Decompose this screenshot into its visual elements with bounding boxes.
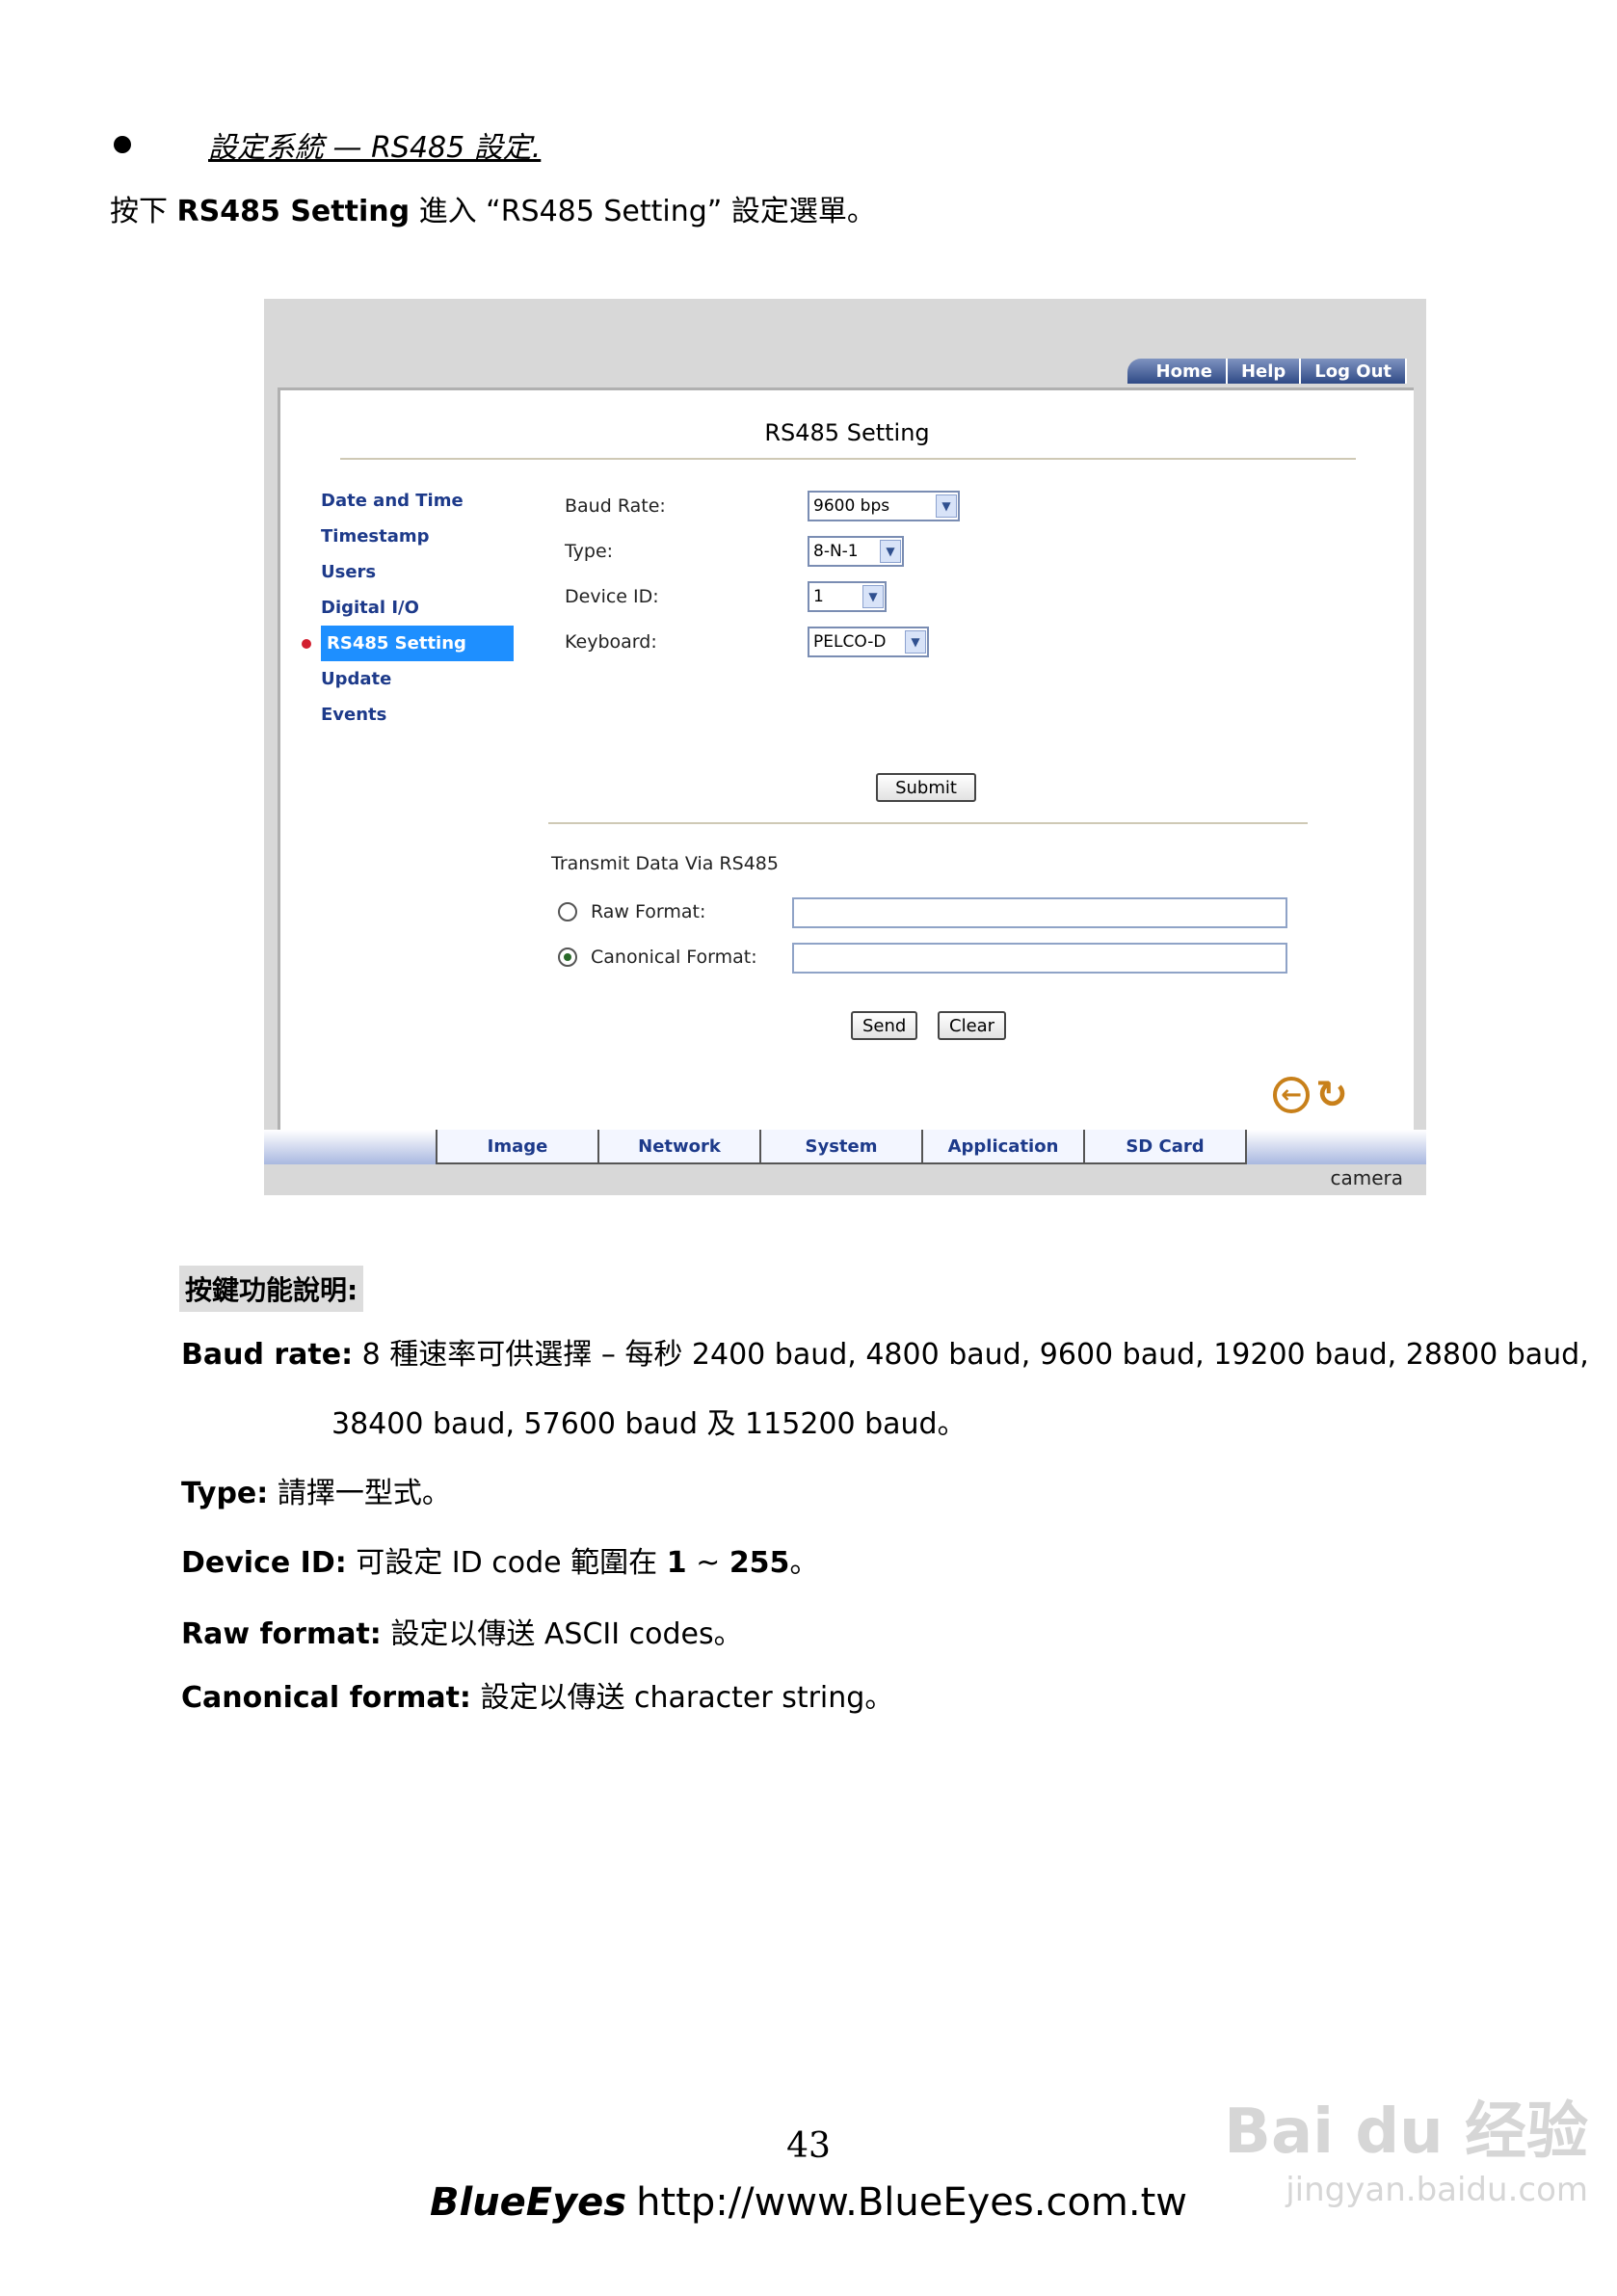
radio-checked-icon[interactable] [558, 948, 577, 967]
sidebar-item-update[interactable]: Update [321, 661, 514, 697]
sidebar-item-digital-io[interactable]: Digital I/O [321, 590, 514, 626]
desc-term: Canonical format: [181, 1681, 471, 1715]
desc-term: Device ID: [181, 1546, 347, 1580]
intro-prefix: 按下 [110, 195, 177, 228]
intro-paragraph: 按下 RS485 Setting 進入 “RS485 Setting” 設定選單… [110, 187, 876, 229]
intro-suffix: 進入 “RS485 Setting” 設定選單。 [410, 195, 876, 228]
help-button[interactable]: Help [1227, 359, 1302, 384]
canonical-format-label: Canonical Format: [591, 947, 757, 968]
type-value: 8-N-1 [813, 541, 859, 561]
keyboard-value: PELCO-D [813, 631, 887, 652]
desc-range-high: 255 [729, 1546, 790, 1580]
keyboard-select[interactable]: PELCO-D ▼ [808, 626, 929, 657]
section-title: 設定系統 — RS485 設定. [208, 131, 542, 165]
chevron-down-icon[interactable]: ▼ [862, 584, 884, 608]
refresh-icon[interactable]: ↻ [1313, 1073, 1350, 1117]
desc-term: Baud rate: [181, 1338, 354, 1372]
rs485-screenshot: Home Help Log Out RS485 Setting Date and… [264, 299, 1426, 1195]
desc-text: 8 種速率可供選擇 – 每秒 2400 baud, 4800 baud, 960… [353, 1338, 1589, 1372]
section-divider [548, 822, 1308, 824]
raw-format-input[interactable] [792, 897, 1287, 928]
active-indicator-icon [302, 638, 311, 649]
desc-baud-continued: 38400 baud, 57600 baud 及 115200 baud。 [331, 1407, 967, 1441]
watermark-sub: jingyan.baidu.com [1286, 2171, 1588, 2209]
raw-format-label: Raw Format: [591, 901, 706, 922]
bottom-tabs: Image Network System Application SD Card [436, 1130, 1247, 1164]
device-value: 1 [813, 586, 824, 606]
desc-term: Raw format: [181, 1617, 382, 1651]
raw-format-option[interactable]: Raw Format: [558, 894, 705, 929]
tab-sd-card[interactable]: SD Card [1083, 1130, 1247, 1164]
device-select[interactable]: 1 ▼ [808, 580, 887, 612]
keyboard-label: Keyboard: [565, 630, 657, 653]
brand-label: camera [1330, 1166, 1403, 1189]
sidebar-item-users[interactable]: Users [321, 554, 514, 590]
tab-network[interactable]: Network [597, 1130, 759, 1164]
radio-unchecked-icon[interactable] [558, 902, 577, 921]
sidebar: Date and Time Timestamp Users Digital I/… [302, 483, 514, 733]
desc-text: 請擇一型式。 [268, 1477, 451, 1510]
baud-select[interactable]: 9600 bps ▼ [808, 490, 960, 521]
logout-button[interactable]: Log Out [1301, 359, 1407, 384]
sidebar-item-timestamp[interactable]: Timestamp [321, 519, 514, 554]
sidebar-item-label: RS485 Setting [327, 633, 466, 654]
desc-end: 。 [789, 1546, 819, 1580]
top-nav: Home Help Log Out [1127, 359, 1407, 384]
sidebar-item-events[interactable]: Events [321, 697, 514, 733]
watermark: Bai du 经验 jingyan.baidu.com [1224, 2082, 1588, 2209]
bullet-icon [114, 136, 131, 153]
canonical-format-input[interactable] [792, 943, 1287, 974]
send-button[interactable]: Send [851, 1011, 918, 1040]
device-label: Device ID: [565, 585, 659, 607]
desc-device: Device ID: 可設定 ID code 範圍在 1 ~ 255。 [181, 1538, 818, 1581]
panel-title: RS485 Setting [764, 419, 930, 446]
type-select[interactable]: 8-N-1 ▼ [808, 535, 904, 567]
desc-term: Type: [181, 1477, 269, 1510]
tab-system[interactable]: System [759, 1130, 921, 1164]
sidebar-item-date-time[interactable]: Date and Time [321, 483, 514, 519]
desc-text: 可設定 ID code 範圍在 [346, 1546, 667, 1580]
title-divider [340, 458, 1356, 460]
transmit-title: Transmit Data Via RS485 [551, 853, 779, 874]
desc-raw: Raw format: 設定以傳送 ASCII codes。 [181, 1610, 743, 1652]
watermark-main: Bai du 经验 [1224, 2096, 1588, 2168]
submit-button[interactable]: Submit [876, 773, 976, 802]
desc-baud: Baud rate: 8 種速率可供選擇 – 每秒 2400 baud, 480… [181, 1330, 1589, 1373]
back-arrow-icon[interactable]: ← [1273, 1077, 1310, 1113]
baud-label: Baud Rate: [565, 494, 666, 517]
intro-bold: RS485 Setting [176, 195, 411, 228]
device-row: Device ID: 1 ▼ [565, 574, 960, 619]
baud-value: 9600 bps [813, 495, 890, 516]
type-label: Type: [565, 540, 614, 562]
desc-range-sep: ~ [686, 1546, 729, 1580]
desc-type: Type: 請擇一型式。 [181, 1469, 451, 1511]
desc-range-low: 1 [666, 1546, 687, 1580]
nav-icons: ← ↻ [1273, 1073, 1350, 1117]
keyboard-row: Keyboard: PELCO-D ▼ [565, 619, 960, 664]
desc-text: 設定以傳送 character string。 [470, 1681, 894, 1715]
settings-panel: RS485 Setting Date and Time Timestamp Us… [278, 387, 1414, 1133]
rs485-form: Baud Rate: 9600 bps ▼ Type: 8-N-1 ▼ Devi… [565, 483, 960, 664]
home-button[interactable]: Home [1127, 359, 1228, 384]
sidebar-item-rs485[interactable]: RS485 Setting [302, 626, 514, 661]
chevron-down-icon[interactable]: ▼ [936, 494, 957, 518]
key-section-title: 按鍵功能說明: [179, 1266, 364, 1312]
footer-brand: BlueEyes [429, 2180, 627, 2225]
type-row: Type: 8-N-1 ▼ [565, 528, 960, 574]
footer-url[interactable]: http://www.BlueEyes.com.tw [636, 2180, 1187, 2225]
clear-button[interactable]: Clear [938, 1011, 1007, 1040]
tab-image[interactable]: Image [436, 1130, 597, 1164]
chevron-down-icon[interactable]: ▼ [905, 629, 926, 654]
desc-text: 設定以傳送 ASCII codes。 [381, 1617, 743, 1651]
tab-application[interactable]: Application [921, 1130, 1083, 1164]
canonical-format-option[interactable]: Canonical Format: [558, 940, 757, 974]
baud-row: Baud Rate: 9600 bps ▼ [565, 483, 960, 528]
section-heading: 設定系統 — RS485 設定. [108, 125, 542, 165]
desc-canonical: Canonical format: 設定以傳送 character string… [181, 1673, 893, 1716]
chevron-down-icon[interactable]: ▼ [880, 539, 901, 563]
